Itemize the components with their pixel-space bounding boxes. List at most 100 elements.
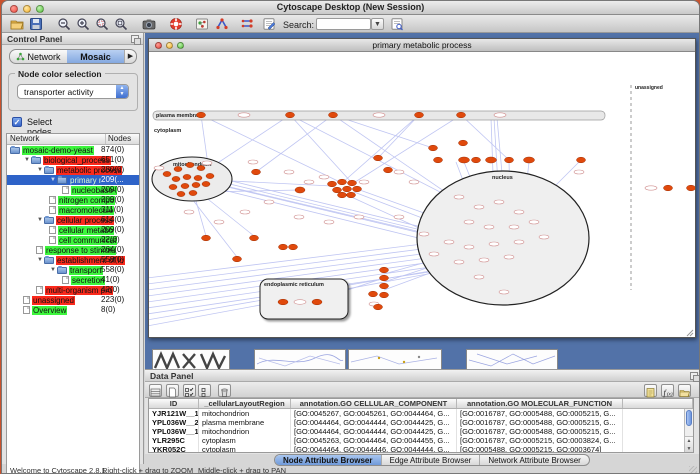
column-header[interactable]: annotation.GO MOLECULAR_FUNCTION bbox=[457, 399, 623, 408]
expander-icon[interactable]: ▼ bbox=[23, 157, 31, 163]
tree-row[interactable]: macromolecule311(0) bbox=[7, 205, 139, 215]
tree-row[interactable]: ▼metabolic process280(0) bbox=[7, 165, 139, 175]
tab-network-attribute-browser[interactable]: Network Attribute Browser bbox=[480, 455, 588, 465]
attribute-browser-tabs: Node Attribute BrowserEdge Attribute Bro… bbox=[274, 454, 590, 466]
tab-edge-attribute-browser[interactable]: Edge Attribute Browser bbox=[382, 455, 481, 465]
table-cell-filler bbox=[623, 445, 693, 453]
folder-icon bbox=[44, 257, 54, 264]
table-row[interactable]: YPL036W__1mitochondrion[GO:0044464, GO:0… bbox=[149, 427, 693, 436]
open-attribute-folder-icon[interactable] bbox=[678, 384, 691, 397]
file-icon bbox=[62, 186, 69, 194]
tree-row[interactable]: cellular metabo209(0) bbox=[7, 225, 139, 235]
open-file-icon[interactable] bbox=[10, 17, 24, 31]
help-lifesaver-icon[interactable] bbox=[169, 17, 183, 31]
table-cell: YJR121W__1 bbox=[149, 409, 199, 418]
expander-icon[interactable]: ▼ bbox=[36, 257, 44, 263]
attribute-note-icon[interactable] bbox=[644, 384, 657, 397]
tree-row[interactable]: multi-organism pro42(0) bbox=[7, 285, 139, 295]
tree-row[interactable]: response to stimulu264(0) bbox=[7, 245, 139, 255]
create-attribute-icon[interactable] bbox=[166, 384, 179, 397]
search-input[interactable] bbox=[316, 18, 371, 30]
control-panel: Control Panel Network Mosaic ▶ Node colo… bbox=[2, 33, 144, 464]
zoom-selected-region-icon[interactable] bbox=[95, 17, 109, 31]
network-canvas[interactable]: plasma membrane cytoplasm mitochondrion … bbox=[149, 52, 695, 338]
node-color-combo[interactable]: transporter activity ▲▼ bbox=[17, 84, 129, 99]
tree-header-network[interactable]: Network bbox=[7, 134, 106, 144]
zoom-fit-icon[interactable] bbox=[114, 17, 128, 31]
scrollbar-thumb[interactable] bbox=[686, 410, 692, 426]
tree-row[interactable]: ▼primary metabo209(... bbox=[7, 175, 139, 185]
tree-header-nodes[interactable]: Nodes bbox=[106, 134, 139, 144]
column-header[interactable]: ID bbox=[149, 399, 199, 408]
float-panel-icon[interactable] bbox=[690, 372, 698, 380]
formula-fx-icon[interactable]: f(x) bbox=[661, 384, 674, 397]
tree-row[interactable]: secretion41(0) bbox=[7, 275, 139, 285]
table-cell: YPL036W__1 bbox=[149, 427, 199, 436]
search-config-icon[interactable] bbox=[390, 17, 404, 31]
table-row[interactable]: YKR052Ccytoplasm[GO:0044464, GO:0044446,… bbox=[149, 445, 693, 453]
folder-icon bbox=[57, 177, 67, 184]
zoom-in-icon[interactable] bbox=[76, 17, 90, 31]
minimized-window-thumbnail[interactable] bbox=[466, 349, 558, 369]
attribute-grid-icon[interactable] bbox=[149, 384, 162, 397]
expander-icon[interactable]: ▼ bbox=[36, 217, 44, 223]
tree-header: Network Nodes bbox=[7, 134, 139, 145]
app-window: Cytoscape Desktop (New Session) Search: … bbox=[1, 0, 700, 474]
frame-resize-grip[interactable] bbox=[687, 330, 693, 336]
pill-node-layer[interactable] bbox=[154, 113, 657, 306]
network-frame-titlebar[interactable]: primary metabolic process bbox=[149, 39, 695, 52]
tab-overflow-arrow[interactable]: ▶ bbox=[124, 50, 136, 63]
import-attributes-icon[interactable] bbox=[198, 384, 211, 397]
minimized-window-thumbnail[interactable] bbox=[348, 349, 442, 369]
snapshot-camera-icon[interactable] bbox=[142, 17, 156, 31]
tree-row[interactable]: nitrogen compo209(0) bbox=[7, 195, 139, 205]
layout-icon-2[interactable] bbox=[240, 17, 254, 31]
tree-row[interactable]: ▼transport558(0) bbox=[7, 265, 139, 275]
search-dropdown-arrow[interactable]: ▼ bbox=[371, 18, 384, 30]
tree-row[interactable]: ▼cellular process614(0) bbox=[7, 215, 139, 225]
tree-row[interactable]: unassigned223(0) bbox=[7, 295, 139, 305]
tree-row-count: 209(0) bbox=[101, 225, 137, 234]
table-row[interactable]: YJR121W__1mitochondrion[GO:0045267, GO:0… bbox=[149, 409, 693, 418]
expander-icon[interactable]: ▼ bbox=[49, 267, 57, 273]
tab-mosaic[interactable]: Mosaic bbox=[67, 50, 124, 63]
table-row[interactable]: YPL036W__2plasma membrane[GO:0044464, GO… bbox=[149, 418, 693, 427]
select-attributes-icon[interactable] bbox=[183, 384, 196, 397]
tab-node-attribute-browser[interactable]: Node Attribute Browser bbox=[275, 455, 382, 465]
expander-icon[interactable]: ▼ bbox=[36, 167, 44, 173]
tree-row[interactable]: Overview8(0) bbox=[7, 305, 139, 315]
window-resize-grip[interactable] bbox=[689, 466, 697, 474]
minimized-window-thumbnail[interactable] bbox=[254, 349, 346, 369]
tree-row[interactable]: ▼biological_process651(0) bbox=[7, 155, 139, 165]
data-panel-toolbar: f(x) bbox=[145, 382, 700, 398]
file-icon bbox=[62, 276, 69, 284]
vizmapper-icon[interactable] bbox=[195, 17, 209, 31]
expander-icon[interactable]: ▼ bbox=[49, 177, 57, 183]
select-nodes-checkbox[interactable]: ✓ bbox=[12, 117, 22, 127]
column-header[interactable]: annotation.GO CELLULAR_COMPONENT bbox=[291, 399, 457, 408]
tree-row[interactable]: mosaic-demo-yeast874(0) bbox=[7, 145, 139, 155]
tree-row[interactable]: ▼establishment of lo558(0) bbox=[7, 255, 139, 265]
float-panel-icon[interactable] bbox=[131, 35, 139, 43]
tab-network[interactable]: Network bbox=[10, 50, 67, 63]
annotation-form-icon[interactable] bbox=[262, 17, 276, 31]
table-cell: YPL036W__2 bbox=[149, 418, 199, 427]
folder-icon bbox=[44, 217, 54, 224]
table-row[interactable]: YLR295Ccytoplasm[GO:0045263, GO:0044464,… bbox=[149, 436, 693, 445]
file-icon bbox=[23, 306, 30, 314]
tree-row[interactable]: nucleobase-209(0) bbox=[7, 185, 139, 195]
zoom-out-icon[interactable] bbox=[57, 17, 71, 31]
control-panel-tabs: Network Mosaic ▶ bbox=[9, 49, 137, 64]
save-icon[interactable] bbox=[29, 17, 43, 31]
column-header[interactable]: _cellularLayoutRegion bbox=[199, 399, 291, 408]
minimized-window-thumbnail[interactable] bbox=[152, 349, 230, 369]
data-panel-titlebar: Data Panel bbox=[145, 370, 700, 382]
network-view-frame: primary metabolic process bbox=[148, 38, 696, 338]
table-scrollbar[interactable]: ▲▼ bbox=[684, 409, 693, 452]
data-panel-title: Data Panel bbox=[150, 371, 193, 381]
tree-row[interactable]: cell communicat22(0) bbox=[7, 235, 139, 245]
scrollbar-arrows[interactable]: ▲▼ bbox=[685, 436, 693, 452]
delete-attribute-icon[interactable] bbox=[218, 384, 231, 397]
layout-icon-1[interactable] bbox=[215, 17, 229, 31]
network-frame-title: primary metabolic process bbox=[149, 40, 695, 50]
